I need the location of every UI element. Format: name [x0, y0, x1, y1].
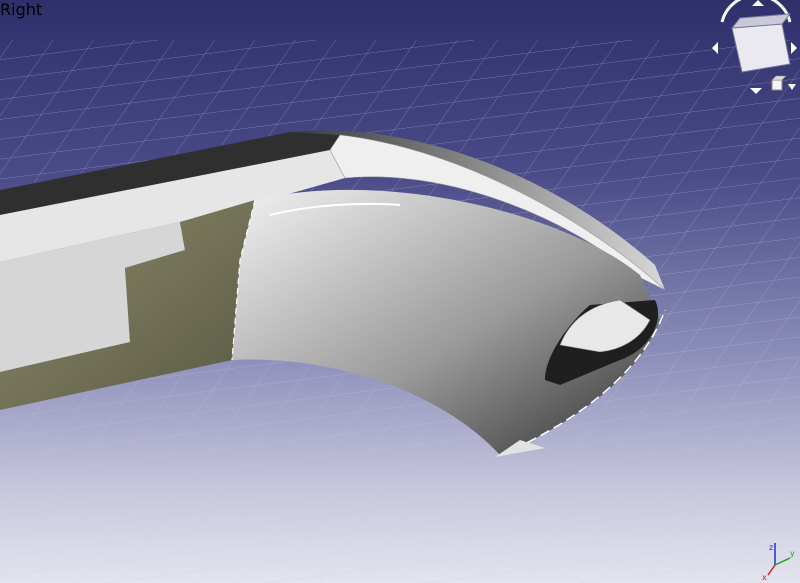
axis-label-x: x	[762, 573, 767, 582]
mini-cube-icon[interactable]	[771, 75, 787, 91]
view-menu-icon[interactable]	[788, 84, 796, 90]
3d-viewport[interactable]: Right z y x	[0, 0, 800, 583]
cube-face-right[interactable]	[730, 13, 792, 73]
rotate-down-arrow[interactable]	[750, 88, 762, 94]
rotate-right-arrow[interactable]	[791, 42, 797, 54]
rotate-up-arrow[interactable]	[752, 0, 764, 6]
navigation-cube[interactable]	[700, 0, 800, 100]
axis-label-z: z	[769, 543, 773, 552]
rotate-left-arrow[interactable]	[712, 42, 718, 54]
cad-scene[interactable]	[0, 0, 800, 583]
axis-indicator: z y x	[762, 543, 795, 582]
axis-label-y: y	[790, 549, 795, 558]
